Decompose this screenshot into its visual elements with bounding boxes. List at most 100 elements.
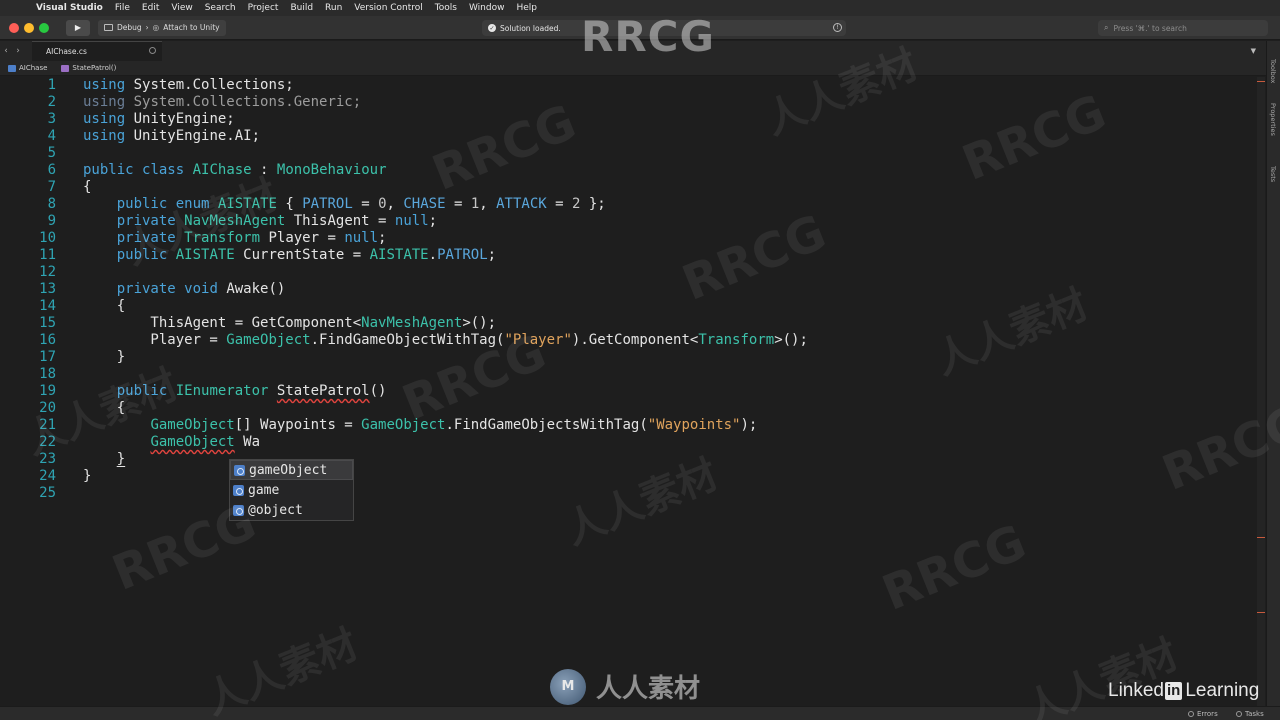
line-number: 23 (39, 451, 56, 467)
status-text: Solution loaded. (500, 23, 561, 33)
right-sidebar: Toolbox Properties Tests (1266, 41, 1280, 706)
menu-version-control[interactable]: Version Control (348, 3, 429, 13)
property-icon (234, 464, 245, 476)
play-icon: ▶ (74, 23, 82, 32)
tests-pad[interactable]: Tests (1269, 166, 1277, 182)
line-number: 21 (39, 417, 56, 433)
breadcrumb-class-label: AIChase (19, 64, 48, 72)
chevron-right-icon[interactable]: › (12, 46, 24, 56)
line-number: 7 (47, 179, 56, 195)
line-number: 12 (39, 264, 56, 280)
tab-list-dropdown-icon[interactable]: ▼ (1251, 47, 1256, 55)
code-line: GameObject[] Waypoints = GameObject.Find… (150, 417, 758, 433)
line-number: 18 (39, 366, 56, 382)
property-icon (233, 484, 244, 496)
menu-bar: Visual Studio File Edit View Search Proj… (0, 0, 1280, 16)
code-line: } (83, 349, 126, 365)
code-line: using System.Collections.Generic; (83, 94, 362, 110)
error-marker (1257, 612, 1265, 613)
menu-view[interactable]: View (165, 3, 198, 13)
code-line: private void Awake() (116, 281, 286, 297)
code-line: { (83, 179, 92, 195)
menu-tools[interactable]: Tools (429, 3, 463, 13)
tab-aichase[interactable]: AIChase.cs (32, 41, 162, 61)
class-icon (8, 64, 16, 72)
completion-item[interactable]: game (230, 480, 353, 500)
breadcrumb-method[interactable]: StatePatrol() (61, 64, 116, 72)
breadcrumb-method-label: StatePatrol() (72, 64, 117, 72)
code-line: ThisAgent = GetComponent<NavMeshAgent>()… (83, 315, 497, 331)
tasks-icon (1236, 711, 1242, 717)
status-bar: Errors Tasks (0, 706, 1280, 720)
tab-bar: ‹ › AIChase.cs ▼ (0, 41, 1266, 61)
completion-item[interactable]: @object (230, 500, 353, 520)
zoom-window-button[interactable] (39, 22, 49, 33)
configuration-label: Debug (117, 23, 142, 32)
error-marker (1257, 81, 1265, 82)
code-line: { (83, 298, 126, 314)
properties-pad[interactable]: Properties (1269, 103, 1277, 136)
line-number: 2 (47, 94, 56, 110)
code-editor[interactable]: 1 using System.Collections; 2 using System… (0, 77, 1266, 706)
menu-build[interactable]: Build (284, 3, 319, 13)
code-line: { (83, 400, 126, 416)
close-icon[interactable] (149, 47, 156, 54)
target-icon: ◎ (152, 23, 160, 32)
menu-search[interactable]: Search (199, 3, 242, 13)
completion-label: gameObject (249, 462, 328, 478)
close-window-button[interactable] (9, 22, 19, 33)
toolbox-pad[interactable]: Toolbox (1269, 59, 1277, 83)
menu-window[interactable]: Window (463, 3, 511, 13)
line-number: 16 (39, 332, 56, 348)
code-line: using System.Collections; (83, 77, 294, 93)
code-line: Player = GameObject.FindGameObjectWithTa… (83, 332, 808, 348)
chevron-left-icon[interactable]: ‹ (0, 46, 12, 56)
completion-item[interactable]: gameObject (230, 460, 353, 480)
error-marker (1257, 537, 1265, 538)
line-number: 11 (39, 247, 56, 263)
property-icon (233, 504, 244, 516)
status-pill: ✓ Solution loaded. ! (482, 20, 846, 36)
line-number: 6 (47, 162, 56, 178)
code-line: public IEnumerator StatePatrol() (116, 383, 387, 399)
completion-label: @object (248, 502, 303, 518)
line-number: 8 (47, 196, 56, 212)
line-number: 10 (39, 230, 56, 246)
code-line: GameObject Wa (150, 434, 261, 450)
line-number: 3 (47, 111, 56, 127)
code-line: private NavMeshAgent ThisAgent = null; (116, 213, 438, 229)
errors-pad-button[interactable]: Errors (1188, 710, 1218, 718)
method-icon (61, 64, 70, 72)
completion-label: game (248, 482, 280, 498)
search-input[interactable]: ⌕ Press '⌘.' to search (1098, 20, 1268, 36)
code-line: public AISTATE CurrentState = AISTATE.PA… (116, 247, 497, 263)
toolbar: ▶ Debug › ◎ Attach to Unity ✓ Solution l… (0, 16, 1280, 40)
menu-file[interactable]: File (109, 3, 136, 13)
search-placeholder: Press '⌘.' to search (1113, 23, 1187, 33)
line-number: 4 (47, 128, 56, 144)
target-label: Attach to Unity (163, 23, 220, 32)
menu-app-name[interactable]: Visual Studio (30, 3, 109, 13)
errors-label: Errors (1197, 710, 1218, 718)
configuration-selector[interactable]: Debug › ◎ Attach to Unity (98, 19, 226, 36)
chevron-right-icon: › (145, 23, 149, 32)
error-icon (1188, 711, 1194, 717)
editor-scrollbar[interactable] (1257, 77, 1265, 706)
menu-edit[interactable]: Edit (136, 3, 165, 13)
build-config-icon (104, 24, 113, 31)
menu-run[interactable]: Run (319, 3, 348, 13)
menu-help[interactable]: Help (510, 3, 543, 13)
breadcrumb-class[interactable]: AIChase (8, 64, 47, 72)
run-button[interactable]: ▶ (66, 19, 90, 36)
line-number: 13 (39, 281, 56, 297)
info-icon[interactable]: ! (833, 23, 842, 32)
menu-project[interactable]: Project (242, 3, 285, 13)
code-line: } (116, 451, 126, 467)
line-number: 25 (39, 485, 56, 501)
minimize-window-button[interactable] (24, 22, 34, 33)
tasks-pad-button[interactable]: Tasks (1236, 710, 1264, 718)
line-number: 9 (47, 213, 56, 229)
code-line: } (83, 468, 92, 484)
line-number: 17 (39, 349, 56, 365)
completion-list: gameObject game @object (229, 459, 354, 521)
